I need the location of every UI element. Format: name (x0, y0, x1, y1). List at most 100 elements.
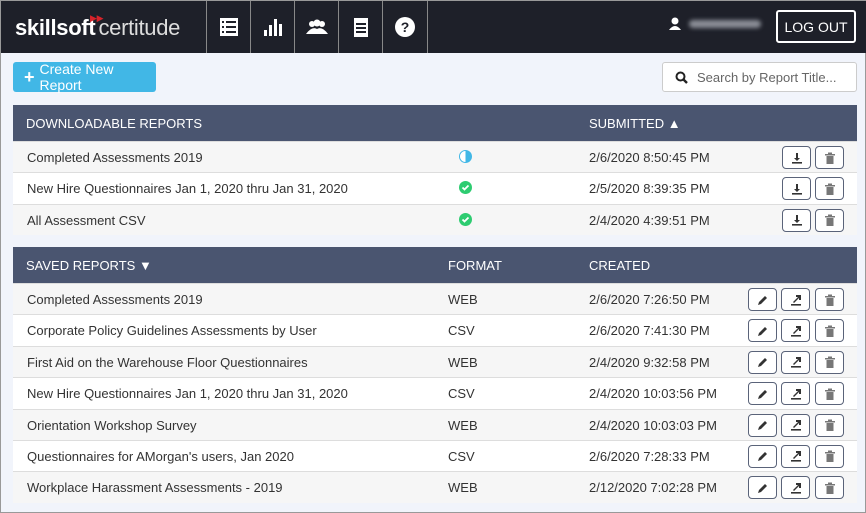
table-row: New Hire Questionnaires Jan 1, 2020 thru… (13, 377, 857, 408)
export-icon (790, 325, 801, 337)
edit-button[interactable] (748, 382, 777, 406)
plus-icon: + (24, 66, 35, 87)
download-icon (791, 215, 802, 226)
trash-icon (824, 294, 835, 306)
export-icon (790, 420, 801, 431)
user-icon (669, 17, 681, 30)
table-row: All Assessment CSV 2/4/2020 4:39:51 PM (13, 203, 857, 236)
pencil-icon (757, 389, 767, 399)
report-name: Completed Assessments 2019 (27, 150, 203, 165)
table-row: First Aid on the Warehouse Floor Questio… (13, 345, 857, 378)
report-name: New Hire Questionnaires Jan 1, 2020 thru… (27, 181, 348, 197)
report-name: New Hire Questionnaires Jan 1, 2020 thru… (27, 386, 348, 402)
nav-notes[interactable] (338, 1, 382, 53)
created-date: 2/4/2020 10:03:03 PM (589, 417, 717, 433)
export-icon (790, 357, 801, 368)
search-input[interactable]: Search by Report Title... (662, 62, 857, 92)
table-row: New Hire Questionnaires Jan 1, 2020 thru… (13, 172, 857, 203)
edit-button[interactable] (748, 350, 777, 374)
help-icon: ? (395, 17, 415, 37)
logout-button[interactable]: LOG OUT (776, 10, 856, 43)
delete-button[interactable] (815, 382, 844, 406)
export-icon (790, 388, 801, 400)
delete-button[interactable] (815, 476, 844, 500)
run-report-button[interactable] (781, 444, 810, 468)
pencil-icon (757, 295, 767, 305)
download-button[interactable] (782, 177, 811, 201)
created-date: 2/6/2020 7:41:30 PM (589, 323, 710, 339)
run-report-button[interactable] (781, 288, 810, 311)
search-placeholder: Search by Report Title... (697, 69, 837, 85)
report-format: CSV (448, 448, 475, 464)
delete-button[interactable] (815, 146, 844, 169)
svg-text:?: ? (401, 19, 410, 35)
list-icon (219, 18, 238, 36)
delete-button[interactable] (815, 177, 844, 201)
download-button[interactable] (782, 146, 811, 169)
pencil-icon (757, 358, 767, 368)
run-report-button[interactable] (781, 350, 810, 374)
run-report-button[interactable] (781, 319, 810, 343)
report-name: Workplace Harassment Assessments - 2019 (27, 480, 283, 496)
bar-chart-icon (263, 19, 282, 36)
export-icon (790, 294, 801, 306)
report-format: WEB (448, 354, 478, 370)
user-menu[interactable] (669, 17, 761, 30)
created-date: 2/4/2020 9:32:58 PM (589, 354, 710, 370)
delete-button[interactable] (815, 350, 844, 374)
delete-button[interactable] (815, 208, 844, 232)
downloadable-title: DOWNLOADABLE REPORTS (26, 116, 203, 131)
edit-button[interactable] (748, 413, 777, 437)
create-report-label: Create New Report (39, 61, 114, 93)
edit-button[interactable] (748, 444, 777, 468)
report-name: First Aid on the Warehouse Floor Questio… (27, 354, 308, 370)
logo: skillsoft ▶▶ certitude (15, 13, 181, 40)
report-name: Corporate Policy Guidelines Assessments … (27, 323, 317, 339)
created-date: 2/12/2020 7:02:28 PM (589, 480, 717, 496)
run-report-button[interactable] (781, 382, 810, 406)
delete-button[interactable] (815, 288, 844, 311)
submitted-date: 2/5/2020 8:39:35 PM (589, 181, 710, 197)
trash-icon (824, 450, 835, 463)
pencil-icon (757, 483, 767, 493)
report-format: CSV (448, 386, 475, 402)
in-progress-icon (459, 150, 472, 163)
downloadable-reports-table: DOWNLOADABLE REPORTS SUBMITTED ▲ Complete… (13, 105, 857, 236)
created-date: 2/6/2020 7:26:50 PM (589, 292, 710, 307)
top-bar: skillsoft ▶▶ certitude ? LOG OUT (1, 1, 866, 53)
nav-help[interactable]: ? (382, 1, 428, 53)
saved-title[interactable]: SAVED REPORTS ▼ (26, 258, 152, 273)
search-icon (675, 71, 688, 84)
nav-users[interactable] (294, 1, 338, 53)
table-row: Completed Assessments 2019 WEB 2/6/2020 7:… (13, 283, 857, 315)
delete-button[interactable] (815, 413, 844, 437)
report-format: CSV (448, 323, 475, 339)
report-format: WEB (448, 292, 478, 307)
pencil-icon (757, 326, 767, 336)
edit-button[interactable] (748, 476, 777, 500)
delete-button[interactable] (815, 444, 844, 468)
create-report-button[interactable]: + Create New Report (13, 61, 156, 93)
edit-button[interactable] (748, 319, 777, 343)
delete-button[interactable] (815, 319, 844, 343)
notepad-icon (353, 18, 368, 37)
submitted-column-header[interactable]: SUBMITTED ▲ (589, 116, 681, 131)
created-date: 2/4/2020 10:03:56 PM (589, 386, 717, 402)
created-column-header: CREATED (589, 258, 651, 273)
edit-button[interactable] (748, 288, 777, 311)
trash-icon (824, 183, 835, 195)
pencil-icon (757, 452, 767, 462)
download-icon (791, 152, 802, 164)
created-date: 2/6/2020 7:28:33 PM (589, 448, 710, 464)
download-icon (791, 183, 802, 195)
run-report-button[interactable] (781, 476, 810, 500)
report-name: Completed Assessments 2019 (27, 292, 203, 307)
download-button[interactable] (782, 208, 811, 232)
saved-reports-table: SAVED REPORTS ▼ FORMAT CREATED Completed A… (13, 247, 857, 503)
nav-analytics[interactable] (250, 1, 294, 53)
complete-check-icon (459, 181, 472, 195)
report-name: Questionnaires for AMorgan's users, Jan … (27, 448, 294, 464)
table-header: SAVED REPORTS ▼ FORMAT CREATED (13, 247, 857, 283)
nav-reports[interactable] (206, 1, 250, 53)
run-report-button[interactable] (781, 413, 810, 437)
